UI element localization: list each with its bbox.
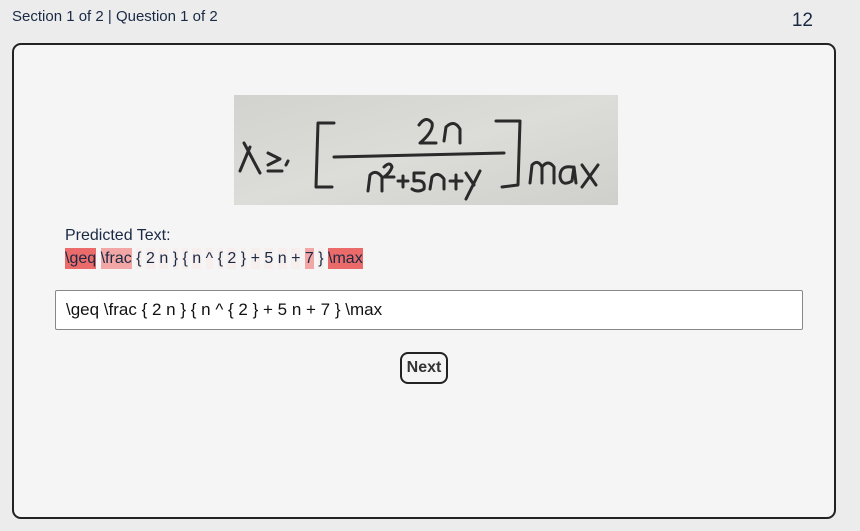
predicted-token: { [182, 248, 188, 269]
question-counter: 12 [791, 10, 813, 31]
predicted-token: } [172, 248, 179, 269]
predicted-token: n [192, 248, 202, 269]
predicted-token: \max [328, 248, 363, 269]
handwritten-expression-image [234, 95, 618, 205]
predicted-token: \frac [100, 248, 132, 269]
predicted-token: 2 [145, 248, 155, 269]
predicted-token: 5 [264, 248, 274, 269]
predicted-token: \geq [65, 248, 97, 269]
predicted-token: n [277, 248, 287, 269]
predicted-text-label: Predicted Text: [65, 227, 171, 244]
predicted-token: n [159, 248, 169, 269]
predicted-token: { [136, 248, 142, 269]
predicted-token: } [240, 248, 247, 269]
predicted-token: 2 [227, 248, 237, 269]
predicted-token: { [217, 248, 223, 269]
predicted-token-line: \geq \frac { 2 n } { n ^ { 2 } + 5 n + 7… [65, 248, 363, 269]
predicted-token: 7 [304, 248, 314, 269]
next-button[interactable]: Next [400, 352, 448, 384]
question-card: Predicted Text: \geq \frac { 2 n } { n ^… [12, 43, 836, 519]
answer-input[interactable] [55, 290, 803, 330]
predicted-token: } [318, 248, 324, 269]
progress-label: Section 1 of 2 | Question 1 of 2 [12, 8, 218, 25]
predicted-token: + [291, 248, 301, 269]
predicted-token: + [250, 248, 260, 269]
predicted-token: ^ [205, 248, 214, 269]
